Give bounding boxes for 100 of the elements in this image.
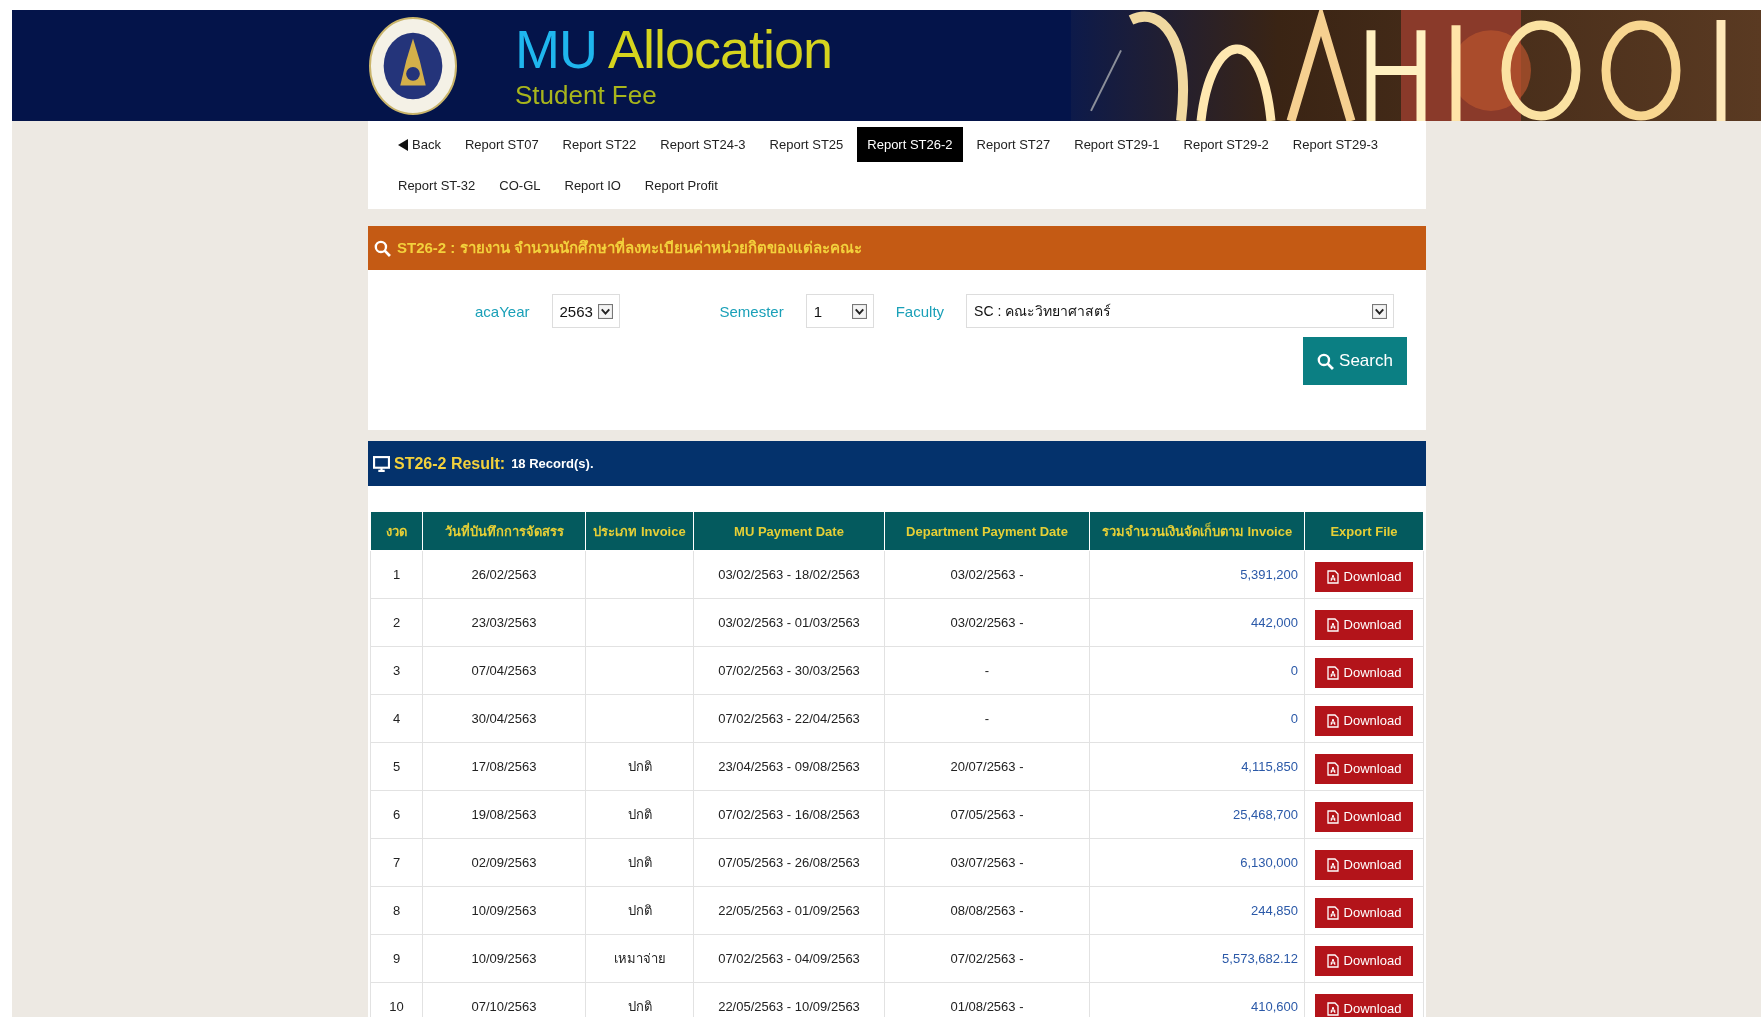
table-cell: 03/07/2563 -: [884, 838, 1090, 887]
search-panel-title: ST26-2 : รายงาน จำนวนนักศึกษาที่ลงทะเบียนค่าหน่วยกิตของแต่ละคณะ: [397, 236, 862, 258]
search-icon: [1317, 352, 1335, 370]
column-header: MU Payment Date: [693, 511, 885, 551]
download-button[interactable]: Download: [1315, 993, 1413, 1017]
report-tab[interactable]: Report Profit: [634, 168, 728, 203]
report-tab[interactable]: CO-GL: [489, 168, 551, 203]
report-tab[interactable]: Report IO: [554, 168, 631, 203]
table-cell: 10: [370, 982, 423, 1017]
table-cell: 03/02/2563 - 18/02/2563: [693, 550, 885, 599]
table-cell: 5,573,682.12: [1089, 934, 1305, 983]
back-arrow-icon: [398, 138, 408, 151]
table-cell: 07/02/2563 - 04/09/2563: [693, 934, 885, 983]
report-tab[interactable]: Report ST29-1: [1064, 127, 1170, 162]
download-button[interactable]: Download: [1315, 897, 1413, 928]
record-count: 18 Record(s).: [511, 456, 594, 471]
table-cell: -: [884, 694, 1090, 743]
pdf-file-icon: [1326, 713, 1339, 728]
filter-label: Semester: [719, 302, 784, 320]
search-button[interactable]: Search: [1303, 337, 1407, 385]
filter-label: acaYear: [475, 302, 530, 320]
table-cell: 1: [370, 550, 423, 599]
table-cell: ปกติ: [585, 742, 694, 791]
table-cell: 7: [370, 838, 423, 887]
table-cell: 25,468,700: [1089, 790, 1305, 839]
column-header: รวมจำนวนเงินจัดเก็บตาม Invoice: [1089, 511, 1305, 551]
table-cell: 10/09/2563: [422, 886, 586, 935]
table-cell: 07/04/2563: [422, 646, 586, 695]
table-cell: 5,391,200: [1089, 550, 1305, 599]
table-cell: เหมาจ่าย: [585, 934, 694, 983]
report-tab[interactable]: Report ST27: [966, 127, 1061, 162]
back-link[interactable]: Back: [388, 127, 451, 162]
filter-dropdown[interactable]: 2563: [551, 294, 620, 328]
report-tab[interactable]: Report ST26-2: [857, 127, 963, 162]
filter-dropdown[interactable]: 1: [805, 294, 874, 328]
pdf-file-icon: [1326, 809, 1339, 824]
table-cell: 6: [370, 790, 423, 839]
seal-logo-icon: [369, 14, 457, 117]
table-cell: 03/02/2563 -: [884, 550, 1090, 599]
table-cell: 03/02/2563 - 01/03/2563: [693, 598, 885, 647]
filter-label: Faculty: [895, 302, 945, 320]
search-icon: [374, 239, 391, 257]
app-title: MU Allocation: [515, 20, 833, 78]
table-cell: ปกติ: [585, 838, 694, 887]
table-cell: 4,115,850: [1089, 742, 1305, 791]
pdf-file-icon: [1326, 953, 1339, 968]
table-cell: 20/07/2563 -: [884, 742, 1090, 791]
table-cell: 19/08/2563: [422, 790, 586, 839]
table-cell: ปกติ: [585, 886, 694, 935]
table-cell: 0: [1089, 694, 1305, 743]
app-subtitle: Student Fee: [515, 80, 658, 111]
monitor-icon: [373, 455, 390, 472]
column-header: Department Payment Date: [884, 511, 1090, 551]
report-tab[interactable]: Report ST22: [552, 127, 647, 162]
table-cell: 244,850: [1089, 886, 1305, 935]
report-tab[interactable]: Report ST24-3: [650, 127, 756, 162]
table-cell: 17/08/2563: [422, 742, 586, 791]
report-tab[interactable]: Report ST-32: [388, 168, 486, 203]
table-cell: ปกติ: [585, 790, 694, 839]
table-cell: -: [884, 646, 1090, 695]
table-cell: 0: [1089, 646, 1305, 695]
report-tab[interactable]: Report ST29-2: [1173, 127, 1279, 162]
download-button[interactable]: Download: [1315, 609, 1413, 640]
dropdown-caret-icon: [851, 303, 867, 319]
table-cell: 08/08/2563 -: [884, 886, 1090, 935]
column-header: ประเภท Invoice: [585, 511, 694, 551]
download-button[interactable]: Download: [1315, 561, 1413, 592]
pdf-file-icon: [1326, 857, 1339, 872]
download-button[interactable]: Download: [1315, 753, 1413, 784]
download-button[interactable]: Download: [1315, 801, 1413, 832]
table-cell: 07/05/2563 - 26/08/2563: [693, 838, 885, 887]
table-cell: 2: [370, 598, 423, 647]
pdf-file-icon: [1326, 665, 1339, 680]
table-cell: 07/02/2563 -: [884, 934, 1090, 983]
table-cell: 23/04/2563 - 09/08/2563: [693, 742, 885, 791]
table-cell: 22/05/2563 - 01/09/2563: [693, 886, 885, 935]
table-cell: 6,130,000: [1089, 838, 1305, 887]
download-button[interactable]: Download: [1315, 945, 1413, 976]
report-tab[interactable]: Report ST07: [454, 127, 549, 162]
table-cell: 5: [370, 742, 423, 791]
dropdown-caret-icon: [1372, 303, 1388, 319]
pdf-file-icon: [1326, 569, 1339, 584]
download-button[interactable]: Download: [1315, 849, 1413, 880]
download-button[interactable]: Download: [1315, 705, 1413, 736]
table-cell: 10/09/2563: [422, 934, 586, 983]
table-cell: 8: [370, 886, 423, 935]
table-cell: 02/09/2563: [422, 838, 586, 887]
table-cell: 03/02/2563 -: [884, 598, 1090, 647]
table-cell: 07/05/2563 -: [884, 790, 1090, 839]
column-header: วันที่บันทึกการจัดสรร: [422, 511, 586, 551]
report-tab[interactable]: Report ST29-3: [1282, 127, 1389, 162]
column-header: Export File: [1304, 511, 1424, 551]
table-cell: 07/02/2563 - 16/08/2563: [693, 790, 885, 839]
column-header: งวด: [370, 511, 423, 551]
filter-dropdown[interactable]: SC : คณะวิทยาศาสตร์: [966, 294, 1395, 328]
result-title: ST26-2 Result:: [394, 454, 506, 473]
report-tab[interactable]: Report ST25: [759, 127, 854, 162]
pdf-file-icon: [1326, 905, 1339, 920]
table-cell: 07/02/2563 - 30/03/2563: [693, 646, 885, 695]
download-button[interactable]: Download: [1315, 657, 1413, 688]
